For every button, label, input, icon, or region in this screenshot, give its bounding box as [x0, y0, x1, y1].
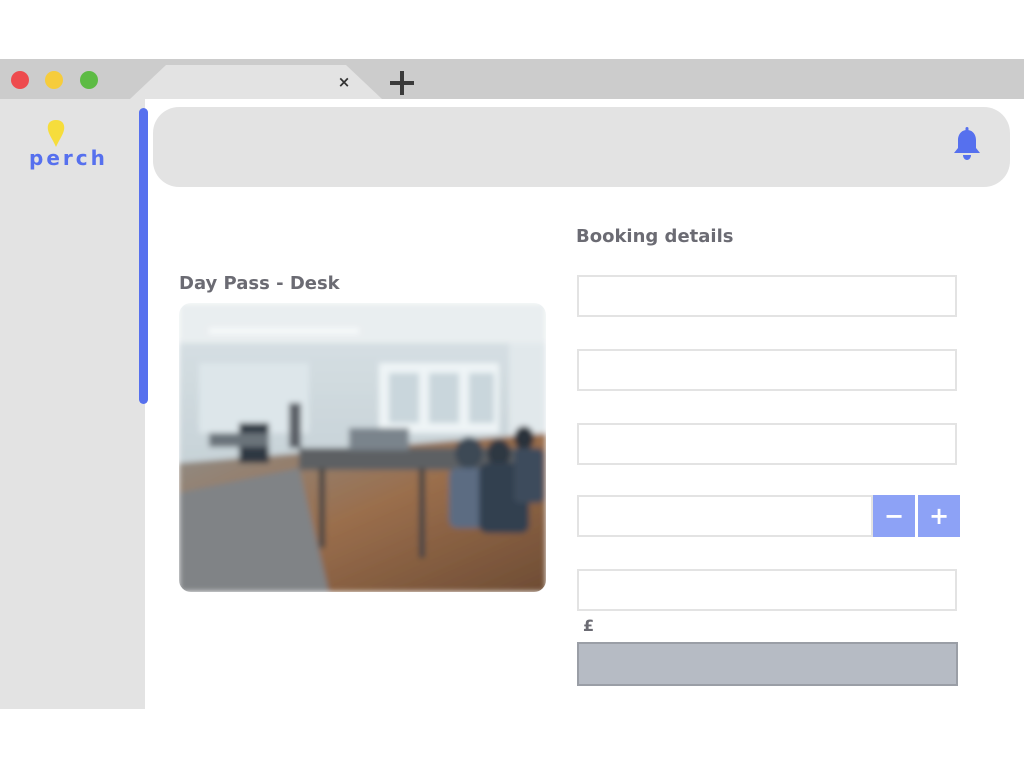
logo-pin-icon	[47, 120, 65, 147]
quantity-decrement-button[interactable]: −	[873, 495, 915, 537]
booking-field-2[interactable]	[577, 349, 957, 391]
window-minimize-dot[interactable]	[45, 71, 63, 89]
window-maximize-dot[interactable]	[80, 71, 98, 89]
top-header-bar	[153, 107, 1010, 187]
booking-details-heading: Booking details	[576, 226, 734, 247]
booking-field-1[interactable]	[577, 275, 957, 317]
sidebar-scroll-indicator[interactable]	[139, 108, 148, 404]
listing-title: Day Pass - Desk	[179, 273, 340, 294]
window-close-dot[interactable]	[11, 71, 29, 89]
quantity-field[interactable]	[577, 495, 873, 537]
logo-text[interactable]: perch	[29, 146, 109, 170]
booking-field-3[interactable]	[577, 423, 957, 465]
quantity-increment-button[interactable]: +	[918, 495, 960, 537]
bell-icon[interactable]	[952, 127, 982, 161]
currency-label: £	[583, 616, 595, 635]
office-photo	[179, 303, 546, 592]
booking-field-5[interactable]	[577, 569, 957, 611]
sidebar	[0, 99, 145, 709]
new-tab-plus-icon[interactable]	[388, 69, 416, 97]
tab-close-icon[interactable]: ×	[336, 72, 352, 92]
total-price-box[interactable]	[577, 642, 958, 686]
